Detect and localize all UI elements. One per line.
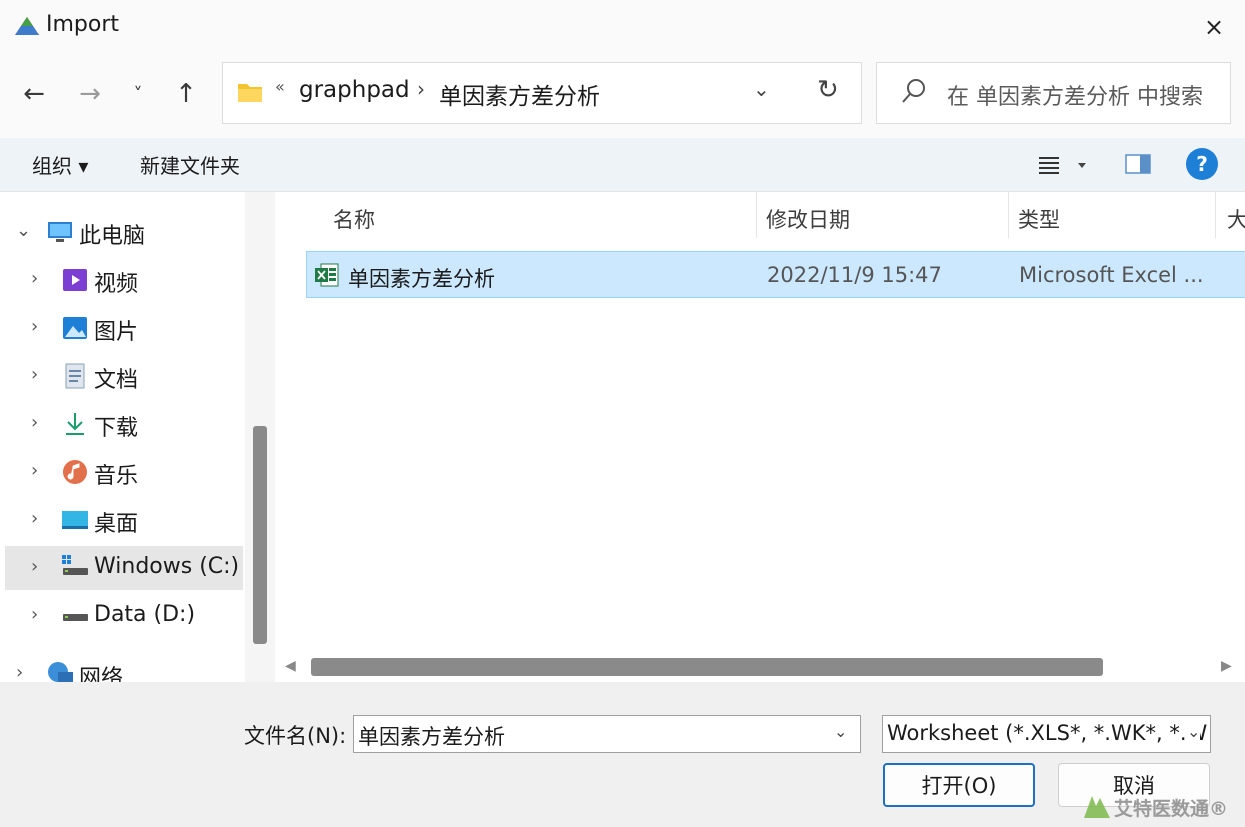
dialog-footer: 文件名(N): 单因素方差分析 ⌄ Worksheet (*.XLS*, *.W… (0, 682, 1245, 827)
breadcrumb-overflow[interactable]: « (275, 77, 285, 96)
watermark-logo-icon (1084, 796, 1110, 818)
close-icon[interactable]: × (1192, 8, 1236, 46)
sidebar-item-this-pc[interactable]: ⌄ 此电脑 (0, 210, 228, 254)
download-icon (66, 413, 84, 435)
column-header-name[interactable]: 名称 (333, 204, 375, 234)
file-list: ˄ 名称 修改日期 类型 大 单因素方差分析 2022/11/9 15:47 M… (275, 192, 1245, 682)
sidebar-item-label: 文档 (94, 368, 139, 393)
app-logo-icon (15, 17, 39, 35)
folder-icon (238, 84, 262, 102)
sidebar-item-videos[interactable]: › 视频 (5, 258, 243, 302)
address-bar[interactable]: « graphpad › 单因素方差分析 ⌄ ↻ (222, 62, 862, 124)
chevron-right-icon[interactable]: › (31, 460, 38, 481)
column-divider[interactable] (1215, 192, 1216, 238)
sidebar-item-desktop[interactable]: › 桌面 (5, 498, 243, 542)
refresh-icon[interactable]: ↻ (817, 75, 839, 105)
sidebar-item-windows-c[interactable]: › Windows (C:) (5, 546, 243, 590)
navigation-pane: ⌄ 此电脑 › 视频 › 图片 › 文档 › 下载 › 音乐 › 桌面 › Wi… (0, 192, 245, 682)
chevron-right-icon[interactable]: › (31, 268, 38, 289)
network-icon (48, 662, 73, 682)
drive-c-icon (62, 555, 88, 575)
chevron-down-icon[interactable]: ⌄ (834, 722, 847, 741)
sidebar-item-label: 视频 (94, 272, 139, 297)
column-header-type[interactable]: 类型 (1018, 204, 1060, 234)
sidebar-item-label: 此电脑 (79, 224, 146, 249)
filename-label: 文件名(N): (244, 724, 347, 748)
column-header-size[interactable]: 大 (1227, 204, 1245, 234)
back-arrow-icon[interactable]: ← (16, 76, 52, 112)
sidebar-item-label: 桌面 (94, 512, 139, 537)
file-modified: 2022/11/9 15:47 (767, 263, 942, 287)
chevron-down-icon[interactable]: ⌄ (753, 77, 770, 101)
sidebar-item-downloads[interactable]: › 下载 (5, 402, 243, 446)
sidebar-scrollbar-thumb[interactable] (253, 426, 267, 644)
chevron-down-icon[interactable]: ⌄ (16, 220, 31, 241)
watermark-text: 艾特医数通® (1114, 798, 1229, 820)
file-type-value: Worksheet (*.XLS*, *.WK*, *.W (887, 721, 1208, 745)
sidebar-item-label: Data (D:) (94, 602, 196, 627)
file-row[interactable]: 单因素方差分析 2022/11/9 15:47 Microsoft Excel … (306, 251, 1245, 298)
forward-arrow-icon[interactable]: → (72, 76, 108, 112)
sidebar-item-label: 网络 (79, 666, 124, 682)
sidebar-item-music[interactable]: › 音乐 (5, 450, 243, 494)
chevron-right-icon[interactable]: › (31, 316, 38, 337)
view-options-icon[interactable] (1036, 150, 1096, 178)
chevron-down-icon[interactable]: ⌄ (1187, 722, 1201, 741)
search-icon (902, 79, 925, 103)
chevron-right-icon[interactable]: › (31, 364, 38, 385)
sidebar-item-pictures[interactable]: › 图片 (5, 306, 243, 350)
file-name: 单因素方差分析 (348, 267, 495, 291)
scroll-left-icon[interactable]: ◀ (285, 658, 296, 674)
breadcrumb-separator[interactable]: › (417, 77, 425, 101)
filename-value: 单因素方差分析 (358, 725, 505, 749)
scroll-right-icon[interactable]: ▶ (1221, 658, 1232, 674)
organize-menu-button[interactable]: 组织 ▾ (32, 150, 88, 179)
open-button[interactable]: 打开(O) (883, 763, 1035, 807)
breadcrumb-graphpad[interactable]: graphpad (299, 77, 410, 103)
recent-locations-icon[interactable]: ˅ (120, 76, 156, 112)
file-type-select[interactable]: Worksheet (*.XLS*, *.WK*, *.W ⌄ (882, 715, 1211, 753)
chevron-right-icon[interactable]: › (31, 412, 38, 433)
sidebar-item-label: 下载 (94, 416, 139, 441)
desktop-icon (62, 511, 88, 529)
help-icon[interactable]: ? (1186, 148, 1218, 180)
sidebar-item-label: Windows (C:) (94, 554, 240, 579)
chevron-right-icon[interactable]: › (31, 556, 38, 577)
title-bar: Import × (0, 0, 1245, 56)
documents-icon (65, 363, 85, 389)
search-placeholder: 在 单因素方差分析 中搜索 (947, 85, 1203, 110)
window-title: Import (46, 12, 120, 37)
sidebar-item-label: 音乐 (94, 464, 139, 489)
video-icon (63, 269, 87, 291)
sidebar-item-network[interactable]: › 网络 (0, 652, 228, 682)
watermark: 艾特医数通® (1082, 788, 1242, 822)
chevron-right-icon[interactable]: › (31, 508, 38, 529)
preview-pane-icon[interactable] (1124, 152, 1152, 176)
file-type: Microsoft Excel ... (1019, 263, 1204, 287)
drive-d-icon (63, 614, 88, 621)
sort-ascending-icon: ˄ (531, 192, 539, 205)
column-header-modified[interactable]: 修改日期 (766, 204, 850, 234)
horizontal-scrollbar-thumb[interactable] (311, 658, 1103, 676)
sidebar-item-label: 图片 (94, 320, 139, 345)
new-folder-button[interactable]: 新建文件夹 (140, 150, 240, 179)
sidebar-item-documents[interactable]: › 文档 (5, 354, 243, 398)
column-divider[interactable] (756, 192, 757, 238)
column-divider[interactable] (1008, 192, 1009, 238)
chevron-right-icon[interactable]: › (31, 604, 38, 625)
music-icon (63, 460, 87, 484)
breadcrumb-current-folder[interactable]: 单因素方差分析 (439, 77, 600, 111)
pc-icon (48, 222, 72, 242)
pictures-icon (63, 317, 87, 339)
filename-input[interactable]: 单因素方差分析 ⌄ (353, 715, 861, 753)
sidebar-item-data-d[interactable]: › Data (D:) (5, 594, 243, 638)
up-arrow-icon[interactable]: ↑ (168, 76, 204, 112)
navigation-bar: ← → ˅ ↑ « graphpad › 单因素方差分析 ⌄ ↻ 在 单因素方差… (0, 56, 1245, 138)
file-list-horizontal-scrollbar[interactable]: ◀ ▶ (285, 654, 1245, 680)
command-bar: 组织 ▾ 新建文件夹 ? (0, 138, 1245, 192)
excel-icon (315, 263, 339, 287)
search-box[interactable]: 在 单因素方差分析 中搜索 (876, 62, 1231, 124)
chevron-right-icon[interactable]: › (16, 662, 23, 682)
